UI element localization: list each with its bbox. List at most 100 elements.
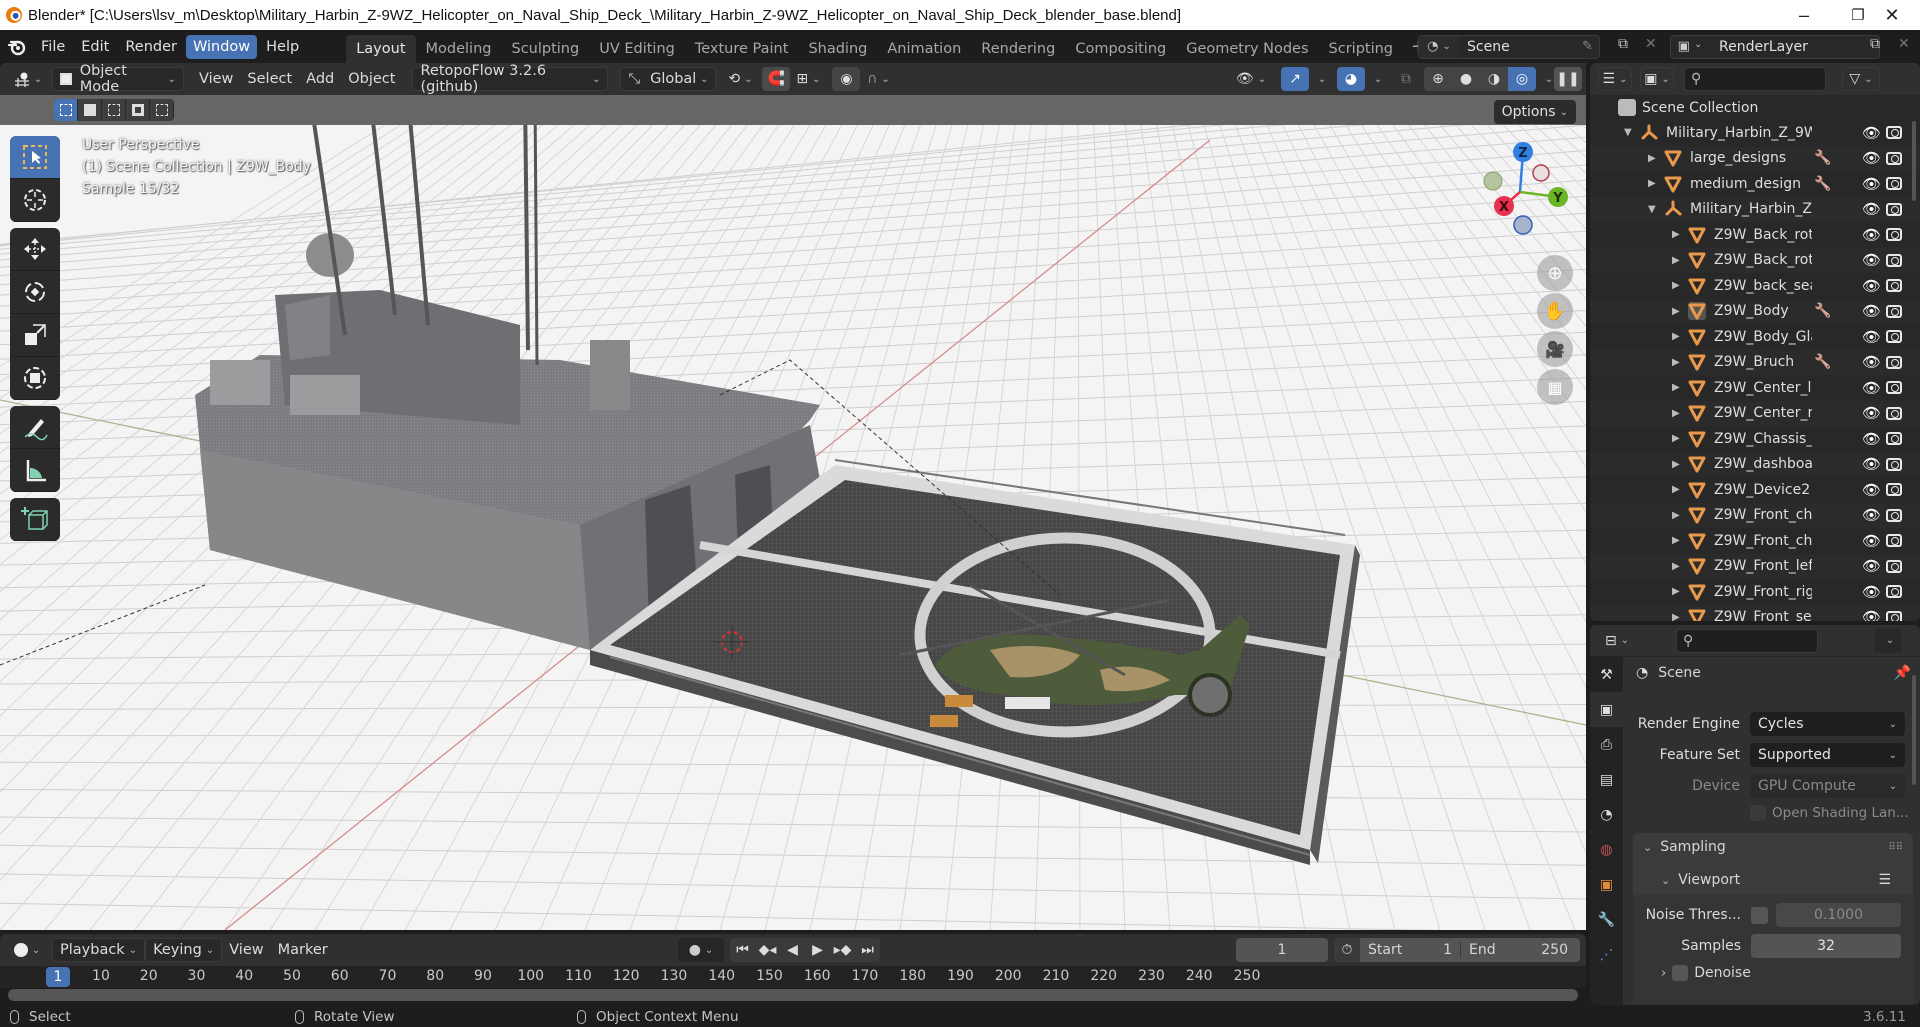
- outliner-editor-type-button[interactable]: ☰ ⌄: [1598, 67, 1632, 91]
- render-camera-icon[interactable]: [1886, 534, 1902, 547]
- select-extend-icon[interactable]: [78, 99, 102, 121]
- tool-tab[interactable]: ⚒: [1590, 657, 1623, 692]
- collapsed-arrow-icon[interactable]: ▶: [1672, 357, 1680, 368]
- outliner-item[interactable]: ▶ Z9W_Back_rotor 👁: [1590, 222, 1920, 247]
- render-camera-icon[interactable]: [1886, 585, 1902, 598]
- new-scene-icon[interactable]: ⧉: [1618, 36, 1628, 52]
- select-invert-icon[interactable]: [126, 99, 150, 121]
- viewport-menu-view[interactable]: View: [192, 67, 240, 91]
- expanded-arrow-icon[interactable]: ▼: [1648, 204, 1656, 215]
- rendered-shading-button[interactable]: ◎: [1508, 67, 1536, 91]
- view-layer-tab[interactable]: ▤: [1590, 762, 1623, 797]
- timeline-menu-view[interactable]: View: [222, 938, 270, 962]
- visibility-eye-icon[interactable]: 👁: [1862, 328, 1881, 346]
- filter-button[interactable]: ▽ ⌄: [1842, 67, 1880, 91]
- neg-z-axis-icon[interactable]: [1513, 215, 1533, 235]
- navigation-gizmo[interactable]: Z Y X: [1470, 137, 1580, 247]
- tab-sculpting[interactable]: Sculpting: [501, 35, 589, 63]
- outliner-item[interactable]: ▼ Military_Harbin_Z_9WZ 👁: [1590, 196, 1920, 222]
- denoise-row[interactable]: › Denoise: [1661, 965, 1751, 981]
- outliner-item[interactable]: ▶ Z9W_Front_chassi 👁: [1590, 502, 1920, 528]
- solid-shading-button[interactable]: ●: [1452, 67, 1480, 91]
- wireframe-shading-button[interactable]: ⊕: [1424, 67, 1452, 91]
- view-layer-name-field[interactable]: RenderLayer: [1719, 39, 1808, 55]
- tab-uv-editing[interactable]: UV Editing: [589, 35, 685, 63]
- 3d-viewport[interactable]: Options ⌄ User Perspective (1) Scene Coll…: [0, 95, 1586, 930]
- material-preview-button[interactable]: ◑: [1480, 67, 1508, 91]
- proportional-edit-toggle[interactable]: ◉: [832, 67, 861, 91]
- pin-icon[interactable]: ✎: [1582, 39, 1593, 54]
- properties-options-button[interactable]: ⌄: [1874, 628, 1902, 653]
- visibility-eye-icon[interactable]: 👁: [1862, 149, 1881, 167]
- render-camera-icon[interactable]: [1886, 381, 1902, 394]
- sampling-panel-header[interactable]: ⌄ Sampling ⠿⠿: [1643, 839, 1903, 855]
- tab-geometry-nodes[interactable]: Geometry Nodes: [1176, 35, 1318, 63]
- editor-type-button[interactable]: ⌄: [8, 67, 48, 91]
- show-gizmo-toggle[interactable]: ↗: [1281, 67, 1309, 91]
- add-cube-tool[interactable]: [10, 498, 60, 541]
- collapsed-arrow-icon[interactable]: ▶: [1672, 255, 1680, 266]
- select-box-tool[interactable]: [10, 136, 60, 179]
- delete-scene-icon[interactable]: ✕: [1645, 36, 1657, 52]
- world-tab[interactable]: ◍: [1590, 832, 1623, 867]
- outliner-item[interactable]: ▶ Z9W_dashboard 👁: [1590, 451, 1920, 477]
- render-tab[interactable]: ▣: [1590, 692, 1623, 727]
- menu-edit[interactable]: Edit: [74, 35, 116, 59]
- stopwatch-icon[interactable]: ⏱: [1334, 938, 1360, 962]
- expanded-arrow-icon[interactable]: ▼: [1624, 127, 1632, 138]
- render-camera-icon[interactable]: [1886, 406, 1902, 420]
- visibility-eye-icon[interactable]: 👁: [1862, 200, 1881, 218]
- viewport-menu-select[interactable]: Select: [240, 67, 299, 91]
- outliner-item[interactable]: ▶ Z9W_Device2 👁: [1590, 477, 1920, 502]
- outliner-item[interactable]: ▶ Z9W_Front_right_d 👁: [1590, 579, 1920, 604]
- visibility-eye-icon[interactable]: 👁: [1862, 226, 1881, 244]
- pan-view-button[interactable]: ✋: [1537, 293, 1573, 329]
- transform-tool[interactable]: [10, 357, 60, 400]
- feature-set-dropdown[interactable]: Supported ⌄: [1750, 743, 1905, 767]
- visibility-eye-icon[interactable]: 👁: [1862, 353, 1881, 371]
- outliner-item[interactable]: ▶ Z9W_Body_Glass 👁: [1590, 324, 1920, 349]
- end-frame-field[interactable]: End 250: [1460, 942, 1576, 958]
- cursor-tool[interactable]: [10, 179, 60, 222]
- osl-checkbox[interactable]: [1750, 805, 1766, 821]
- tab-animation[interactable]: Animation: [877, 35, 971, 63]
- menu-render[interactable]: Render: [118, 35, 184, 59]
- render-camera-icon[interactable]: [1886, 253, 1902, 267]
- neg-y-axis-icon[interactable]: [1483, 171, 1503, 191]
- render-camera-icon[interactable]: [1886, 202, 1902, 216]
- camera-view-button[interactable]: 🎥: [1537, 331, 1573, 367]
- outliner-item[interactable]: ▶ Z9W_Center_left_d 👁: [1590, 375, 1920, 400]
- menu-window[interactable]: Window: [185, 34, 258, 59]
- outliner-item[interactable]: ▶ Z9W_Front_chassi 👁: [1590, 528, 1920, 553]
- output-tab[interactable]: ⎙: [1590, 727, 1623, 762]
- scene-selector[interactable]: ◔ ⌄ Scene ✎: [1418, 34, 1600, 59]
- snap-toggle[interactable]: 🧲: [762, 67, 791, 91]
- tab-compositing[interactable]: Compositing: [1065, 35, 1176, 63]
- samples-field[interactable]: 32: [1751, 934, 1901, 958]
- timeline-menu-keying[interactable]: Keying ⌄: [145, 938, 223, 962]
- move-tool[interactable]: [10, 228, 60, 271]
- particles-tab[interactable]: ⋰: [1590, 937, 1623, 972]
- collapsed-arrow-icon[interactable]: ▶: [1672, 280, 1680, 291]
- collapsed-arrow-icon[interactable]: ▶: [1672, 433, 1680, 444]
- drag-handle-icon[interactable]: ⠿⠿: [1888, 842, 1903, 853]
- zoom-view-button[interactable]: ⊕: [1537, 255, 1573, 291]
- visibility-eye-icon[interactable]: 👁: [1862, 124, 1881, 142]
- perspective-toggle-button[interactable]: ▦: [1537, 369, 1573, 405]
- keyframe-auto-toggle[interactable]: ● ⌄: [678, 938, 724, 962]
- modifier-tab[interactable]: 🔧: [1590, 902, 1623, 937]
- timeline-scrollbar[interactable]: [8, 989, 1578, 1001]
- collapsed-arrow-icon[interactable]: ▶: [1672, 586, 1680, 597]
- collapsed-arrow-icon[interactable]: ▶: [1648, 178, 1656, 189]
- scale-tool[interactable]: [10, 314, 60, 357]
- start-frame-field[interactable]: Start 1: [1360, 942, 1460, 958]
- close-button[interactable]: ✕: [1864, 0, 1920, 30]
- render-camera-icon[interactable]: [1886, 610, 1902, 621]
- tab-shading[interactable]: Shading: [798, 35, 877, 63]
- retopoflow-dropdown[interactable]: RetopoFlow 3.2.6 (github) ⌄: [412, 63, 609, 95]
- visibility-eye-icon[interactable]: 👁: [1862, 277, 1881, 295]
- render-camera-icon[interactable]: [1886, 508, 1902, 522]
- options-dropdown[interactable]: Options ⌄: [1493, 100, 1576, 124]
- visibility-eye-icon[interactable]: 👁: [1862, 506, 1881, 524]
- outliner-search-input[interactable]: ⚲: [1684, 67, 1826, 91]
